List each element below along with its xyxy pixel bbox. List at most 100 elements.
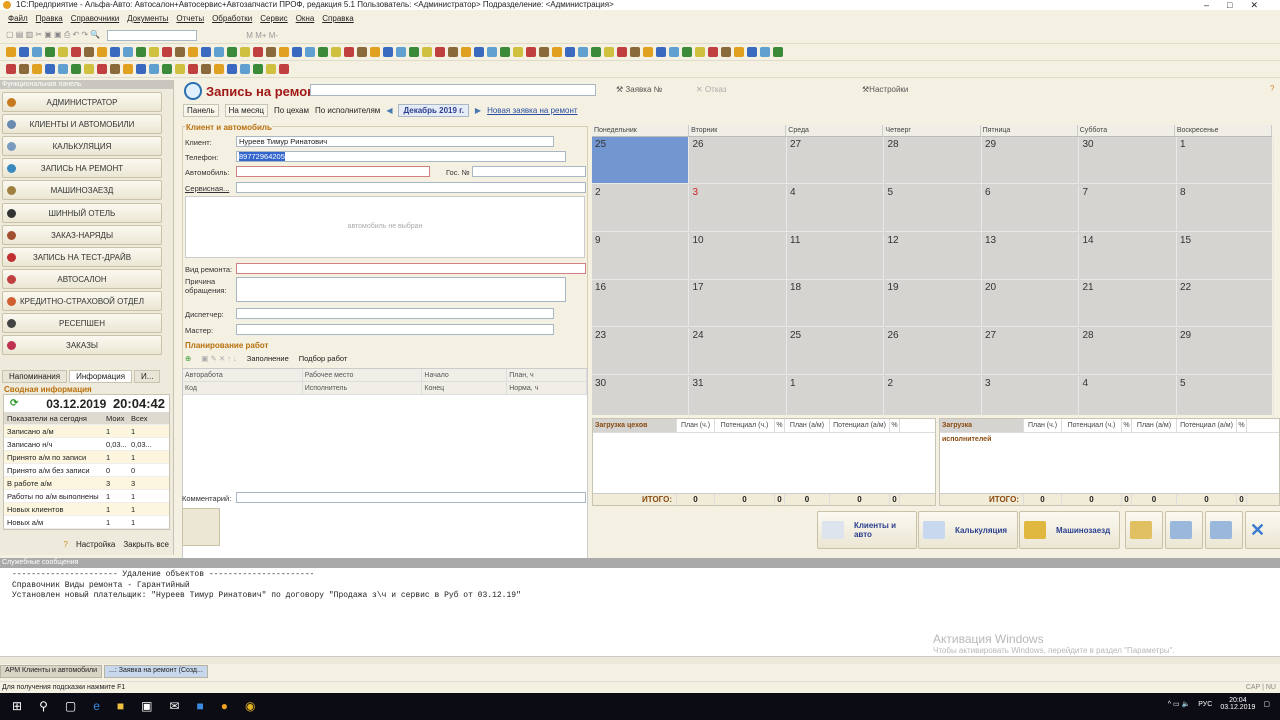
- toolbar-button-icon[interactable]: [162, 47, 172, 57]
- toolbar-button-icon[interactable]: [253, 47, 263, 57]
- toolbar-button-icon[interactable]: [266, 64, 276, 74]
- pick-works-button[interactable]: Подбор работ: [299, 354, 348, 363]
- menu-item[interactable]: Сервис: [260, 12, 287, 25]
- menu-item[interactable]: Окна: [296, 12, 315, 25]
- column-header[interactable]: Начало: [422, 369, 508, 381]
- calendar-day[interactable]: 2: [884, 376, 982, 423]
- column-header[interactable]: %: [775, 419, 785, 432]
- toolbar-button-icon[interactable]: [6, 64, 16, 74]
- column-header[interactable]: План (ч.): [1024, 419, 1062, 432]
- toolbar-button-icon[interactable]: [305, 47, 315, 57]
- refresh-icon[interactable]: ⟳: [10, 395, 18, 412]
- toolbar-button-icon[interactable]: [461, 47, 471, 57]
- panel-button[interactable]: Панель: [183, 103, 219, 117]
- order-select[interactable]: [310, 84, 596, 96]
- next-period-icon[interactable]: ▶: [475, 106, 481, 115]
- calendar-day[interactable]: 5: [1177, 376, 1274, 423]
- order-number-button[interactable]: ⚒ Заявка №: [616, 85, 662, 94]
- toolbar-button-icon[interactable]: [110, 64, 120, 74]
- panel-item-6[interactable]: ШИННЫЙ ОТЕЛЬ: [2, 202, 162, 223]
- calendar-day[interactable]: 30: [592, 376, 689, 423]
- toolbar-button-icon[interactable]: [136, 47, 146, 57]
- tab-information[interactable]: Информация: [69, 370, 133, 383]
- calendar-day[interactable]: 27: [982, 328, 1079, 376]
- column-header[interactable]: Исполнитель: [303, 382, 423, 394]
- column-header[interactable]: %: [1122, 419, 1132, 432]
- toolbar-button-icon[interactable]: [45, 47, 55, 57]
- repair-type-select[interactable]: [236, 263, 586, 274]
- comment-field[interactable]: [236, 492, 586, 503]
- calendar-day[interactable]: 25: [787, 328, 884, 376]
- toolbar-button-icon[interactable]: [123, 47, 133, 57]
- toolbar-button-icon[interactable]: [240, 47, 250, 57]
- column-header[interactable]: План (а/м): [785, 419, 830, 432]
- search-input[interactable]: [107, 29, 198, 41]
- toolbar-button-icon[interactable]: [422, 47, 432, 57]
- toolbar-button-icon[interactable]: [240, 64, 250, 74]
- toolbar-button-icon[interactable]: [643, 47, 653, 57]
- toolbar-button-icon[interactable]: [136, 64, 146, 74]
- toolbar-button-icon[interactable]: [682, 47, 692, 57]
- toolbar-button-icon[interactable]: [552, 47, 562, 57]
- close-button[interactable]: ✕: [1245, 511, 1280, 549]
- calendar-day[interactable]: 15: [1177, 232, 1274, 280]
- toolbar-button-icon[interactable]: [175, 64, 185, 74]
- messages-scrollbar[interactable]: [0, 656, 1280, 664]
- period-select[interactable]: Декабрь 2019 г.: [398, 103, 469, 117]
- close-all-button[interactable]: Закрыть все: [123, 540, 169, 549]
- menu-item[interactable]: Справка: [322, 12, 353, 25]
- toolbar-button-icon[interactable]: [578, 47, 588, 57]
- toolbar-button-icon[interactable]: [604, 47, 614, 57]
- toolbar-button-icon[interactable]: [565, 47, 575, 57]
- column-header[interactable]: Потенциал (ч.): [1062, 419, 1122, 432]
- tab-reminders[interactable]: Напоминания: [2, 370, 68, 383]
- toolbar-button-icon[interactable]: [149, 64, 159, 74]
- notifications-icon[interactable]: ▢: [1263, 700, 1270, 708]
- phone-field[interactable]: 89772964205: [236, 151, 566, 162]
- cancel-order-button[interactable]: ✕ Отказ: [696, 85, 727, 94]
- window-controls[interactable]: –□✕: [1204, 0, 1276, 11]
- menu-item[interactable]: Отчеты: [176, 12, 204, 25]
- toolbar-button-icon[interactable]: [487, 47, 497, 57]
- calendar-day[interactable]: 18: [787, 280, 884, 328]
- calculation-button[interactable]: Калькуляция: [918, 511, 1018, 549]
- toolbar-button-icon[interactable]: [123, 64, 133, 74]
- toolbar-button-icon[interactable]: [409, 47, 419, 57]
- help-button[interactable]: ?: [64, 540, 68, 549]
- toolbar-button-icon[interactable]: [383, 47, 393, 57]
- column-header[interactable]: Потенциал (а/м): [1177, 419, 1237, 432]
- toolbar-button-icon[interactable]: [227, 47, 237, 57]
- toolbar-button-icon[interactable]: [721, 47, 731, 57]
- column-header[interactable]: Норма, ч: [507, 382, 587, 394]
- print-button[interactable]: [182, 508, 220, 546]
- car-field[interactable]: [236, 166, 430, 177]
- toolbar-button-icon[interactable]: [734, 47, 744, 57]
- calendar-day[interactable]: 7: [1079, 184, 1177, 232]
- toolbar-button-icon[interactable]: [162, 64, 172, 74]
- fill-button[interactable]: Заполнение: [247, 354, 289, 363]
- column-header[interactable]: План, ч: [507, 369, 587, 381]
- calendar-day[interactable]: 3: [982, 376, 1079, 423]
- calendar-day[interactable]: 19: [884, 280, 982, 328]
- mark-buttons[interactable]: M M+ M-: [246, 31, 278, 40]
- panel-item-3[interactable]: КАЛЬКУЛЯЦИЯ: [2, 136, 162, 157]
- column-header[interactable]: Рабочее место: [303, 369, 423, 381]
- calendar-day[interactable]: 2: [592, 184, 689, 232]
- calendar-day[interactable]: 5: [884, 184, 982, 232]
- toolbar-button-icon[interactable]: [201, 47, 211, 57]
- panel-item-1[interactable]: АДМИНИСТРАТОР: [2, 92, 162, 112]
- toolbar-button-icon[interactable]: [6, 47, 16, 57]
- toolbar-button-icon[interactable]: [370, 47, 380, 57]
- toolbar-button-icon[interactable]: [669, 47, 679, 57]
- menu-item[interactable]: Справочники: [71, 12, 119, 25]
- toolbar-button-icon[interactable]: [97, 64, 107, 74]
- calendar-day[interactable]: 22: [1177, 280, 1274, 328]
- toolbar-button-icon[interactable]: [84, 64, 94, 74]
- service-field[interactable]: [236, 182, 586, 193]
- column-header[interactable]: Потенциал (ч.): [715, 419, 775, 432]
- toolbar-button-icon[interactable]: [32, 64, 42, 74]
- column-header[interactable]: %: [890, 419, 900, 432]
- column-header[interactable]: Код: [183, 382, 303, 394]
- calendar-day[interactable]: 31: [689, 376, 787, 423]
- calendar-day[interactable]: 4: [787, 184, 884, 232]
